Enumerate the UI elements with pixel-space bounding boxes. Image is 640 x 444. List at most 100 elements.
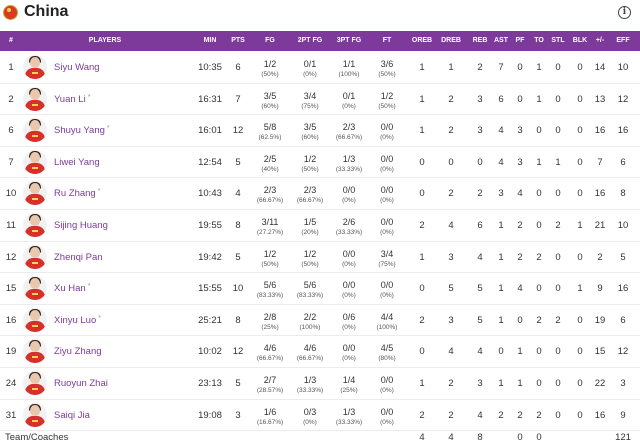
jersey-number: 2	[8, 93, 14, 105]
col-eff[interactable]: EFF	[610, 31, 636, 51]
col-num[interactable]: #	[0, 31, 22, 51]
stat-pts: 3	[235, 409, 241, 421]
player-name[interactable]: Ru Zhang	[54, 188, 96, 199]
player-name[interactable]: Yuan Li	[54, 94, 86, 105]
player-name[interactable]: Shuyu Yang	[54, 125, 105, 136]
player-row: 11 Sijing Huang 19:55 8 3/11 (27.27%) 1/5 (20%)…	[0, 210, 640, 242]
stat-pt2-percentage: (0%)	[303, 71, 317, 78]
col-dreb[interactable]: DREB	[437, 31, 465, 51]
team-coaches-row: Team/Coaches 4 4 8 0 0 121	[0, 430, 640, 444]
stat-pt3-percentage: (33.33%)	[335, 165, 363, 173]
stat-ft-percentage: (100%)	[376, 323, 398, 331]
player-name-link[interactable]: Sijing Huang	[54, 210, 110, 241]
player-name-link[interactable]: Liwei Yang	[54, 147, 102, 178]
stat-min: 25:21	[198, 314, 222, 326]
stat-min: 10:35	[198, 62, 222, 73]
stat-pt2: 1/3 (33.33%)	[290, 368, 330, 399]
stat-pt2-made-attempted: 5/6	[303, 280, 317, 291]
col-players[interactable]: PLAYERS	[70, 31, 140, 51]
stat-ft-made-attempted: 0/0	[380, 217, 394, 227]
stat-fg: 3/5 (60%)	[252, 84, 288, 115]
stat-ft: 0/0 (0%)	[369, 210, 405, 241]
player-name[interactable]: Siyu Wang	[54, 62, 100, 73]
stat-ft-percentage: (80%)	[378, 355, 396, 363]
player-name-link[interactable]: Ru Zhang *	[54, 178, 100, 209]
stat-fg-made-attempted: 2/3	[263, 185, 277, 196]
jersey-number: 16	[5, 314, 17, 326]
player-row: 1 Siyu Wang 10:35 6 1/2 (50%) 0/1 (0%) 1/1 (100%)…	[0, 52, 640, 84]
stat-fg: 1/6 (16.67%)	[252, 400, 288, 431]
stat-fg: 3/11 (27.27%)	[252, 210, 288, 241]
stat-ft-made-attempted: 0/0	[380, 153, 394, 164]
player-name-link[interactable]: Yuan Li *	[54, 84, 90, 115]
player-name[interactable]: Xinyu Luo	[54, 315, 96, 326]
stat-fg-percentage: (27.27%)	[256, 229, 284, 236]
china-flag-icon	[3, 5, 18, 20]
stat-fg-made-attempted: 2/5	[263, 153, 277, 164]
stat-pt3-percentage: (0%)	[342, 355, 356, 363]
player-name-link[interactable]: Xu Han *	[54, 273, 90, 304]
player-name-link[interactable]: Zhenqi Pan	[54, 242, 105, 273]
player-name[interactable]: Saiqi Jia	[54, 410, 90, 421]
stat-dreb: 5	[448, 283, 454, 295]
player-name-link[interactable]: Saiqi Jia	[54, 400, 92, 431]
stat-pt3: 0/0 (0%)	[329, 178, 369, 209]
col-2pt-fg[interactable]: 2PT FG	[290, 31, 330, 51]
stat-min: 15:55	[198, 283, 222, 295]
stat-pt2: 1/2 (50%)	[290, 242, 330, 273]
stat-pts: 6	[235, 62, 241, 73]
player-name-link[interactable]: Shuyu Yang *	[54, 115, 110, 146]
stat-oreb: 1	[419, 378, 425, 389]
col-fg[interactable]: FG	[252, 31, 288, 51]
stat-pt3-made-attempted: 0/6	[342, 311, 356, 322]
player-name-link[interactable]: Xinyu Luo *	[54, 305, 101, 336]
jersey-number: 15	[5, 283, 17, 295]
col-pts[interactable]: PTS	[225, 31, 251, 51]
stat-dreb: 0	[448, 156, 454, 168]
stat-pt2-percentage: (100%)	[299, 323, 321, 331]
team-name: China	[24, 3, 69, 20]
stat-stl: 2	[555, 220, 561, 231]
stat-fg-percentage: (50%)	[261, 71, 279, 78]
player-avatar	[23, 307, 47, 332]
stat-dreb: 4	[448, 220, 454, 231]
stat-fg-percentage: (66.67%)	[256, 355, 284, 363]
player-name-link[interactable]: Ruoyun Zhai	[54, 368, 110, 399]
col-3pt-fg[interactable]: 3PT FG	[329, 31, 369, 51]
starter-marker: *	[106, 125, 110, 133]
player-name[interactable]: Ziyu Zhang	[54, 346, 102, 357]
player-name[interactable]: Ruoyun Zhai	[54, 378, 108, 389]
player-name[interactable]: Zhenqi Pan	[54, 252, 103, 263]
stat-pt2: 1/5 (20%)	[290, 210, 330, 241]
col-ft[interactable]: FT	[369, 31, 405, 51]
player-name[interactable]: Sijing Huang	[54, 220, 108, 231]
stat-pts: 5	[235, 251, 241, 263]
stat-ft: 0/0 (0%)	[369, 147, 405, 178]
totals-label: Team/Coaches	[5, 432, 69, 443]
col-min[interactable]: MIN	[190, 31, 230, 51]
stat-ft-percentage: (0%)	[380, 292, 394, 300]
player-avatar	[23, 276, 47, 301]
player-name-link[interactable]: Siyu Wang	[54, 52, 102, 83]
stat-ft-percentage: (0%)	[380, 387, 394, 394]
stat-min: 19:08	[198, 409, 222, 421]
stat-fg: 2/7 (28.57%)	[252, 368, 288, 399]
stat-pt2-percentage: (66.67%)	[296, 355, 324, 363]
player-name-link[interactable]: Ziyu Zhang	[54, 336, 104, 367]
stat-pt3-made-attempted: 1/3	[342, 406, 356, 417]
stat-ft: 0/0 (0%)	[369, 178, 405, 209]
stat-eff: 6	[620, 314, 626, 326]
stat-pt3-made-attempted: 1/1	[342, 59, 356, 69]
player-name[interactable]: Xu Han	[54, 283, 86, 294]
player-avatar	[23, 55, 47, 79]
stat-stl: 0	[555, 378, 561, 389]
stat-pt2-percentage: (75%)	[301, 102, 319, 110]
col-stl[interactable]: STL	[546, 31, 570, 51]
jersey-number: 24	[5, 378, 17, 389]
stat-stl: 0	[555, 346, 561, 358]
info-icon[interactable]: i	[618, 6, 631, 19]
stat-pts: 5	[235, 156, 241, 168]
player-name[interactable]: Liwei Yang	[54, 157, 100, 168]
col-oreb[interactable]: OREB	[408, 31, 436, 51]
stat-ft: 0/0 (0%)	[369, 273, 405, 304]
